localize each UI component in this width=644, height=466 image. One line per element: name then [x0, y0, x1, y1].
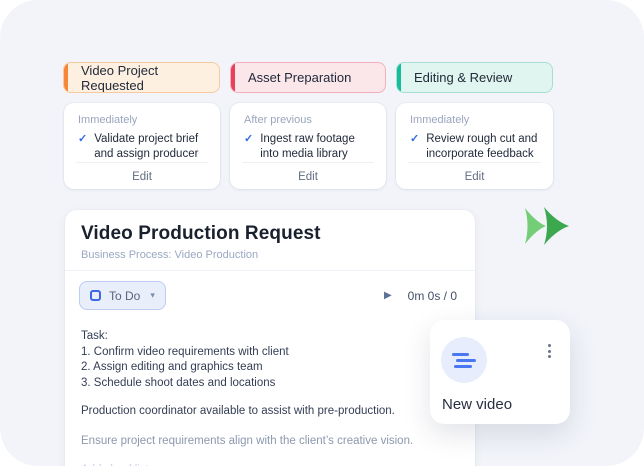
divider [76, 162, 208, 163]
task-list: Task: 1. Confirm video requirements with… [81, 329, 459, 391]
request-panel-header: Video Production Request Business Proces… [65, 210, 475, 270]
divider [242, 162, 374, 163]
stage-accent-bar [397, 63, 401, 92]
avatar [441, 337, 487, 383]
stage-card-video-project-requested: Immediately ✓ Validate project brief and… [64, 103, 220, 189]
stage-chip-asset-preparation[interactable]: Asset Preparation [230, 62, 386, 93]
check-icon: ✓ [410, 133, 420, 145]
workflow-canvas: Video Project Requested Asset Preparatio… [0, 0, 644, 466]
page-title: Video Production Request [81, 223, 321, 244]
stage-chip-video-project-requested[interactable]: Video Project Requested [63, 62, 220, 93]
status-row: To Do ▾ ▶ 0m 0s / 0 [65, 271, 475, 316]
requirements-hint: Ensure project requirements align with t… [81, 434, 414, 447]
new-video-card[interactable]: New video [430, 320, 570, 424]
stage-chip-label: Asset Preparation [248, 70, 352, 85]
stage-chip-label: Editing & Review [414, 70, 513, 85]
status-dropdown[interactable]: To Do ▾ [79, 281, 166, 310]
fast-forward-icon [525, 207, 569, 245]
stage-accent-bar [231, 63, 235, 92]
stage-task-row: ✓ Review rough cut and incorporate feedb… [396, 126, 553, 161]
check-icon: ✓ [78, 133, 88, 145]
checkbox-outline-icon [90, 290, 101, 301]
chevron-down-icon: ▾ [150, 290, 155, 300]
task-description: Task: 1. Confirm video requirements with… [65, 316, 475, 466]
timer-group: ▶ 0m 0s / 0 [384, 289, 461, 303]
coordinator-note: Production coordinator available to assi… [81, 405, 395, 417]
task-item: 2. Assign editing and graphics team [81, 361, 263, 373]
stage-task-text: Ingest raw footage into media library [260, 133, 355, 160]
timing-label: Immediately [78, 114, 138, 126]
stage-accent-bar [64, 63, 68, 92]
timing-label: After previous [244, 114, 312, 126]
edit-button[interactable]: Edit [64, 164, 220, 189]
stage-card-asset-preparation: After previous ✓ Ingest raw footage into… [230, 103, 386, 189]
timing-label: Immediately [410, 114, 470, 126]
task-item: 3. Schedule shoot dates and locations [81, 376, 276, 389]
new-video-title: New video [442, 396, 513, 413]
stage-chip-editing-review[interactable]: Editing & Review [396, 62, 553, 93]
timeline-lines-icon [452, 352, 476, 368]
check-icon: ✓ [244, 133, 254, 145]
kebab-menu-icon[interactable] [546, 342, 553, 360]
timer-value: 0m 0s / 0 [407, 288, 457, 303]
stage-card-editing-review: Immediately ✓ Review rough cut and incor… [396, 103, 553, 189]
request-panel: Video Production Request Business Proces… [65, 210, 475, 466]
stage-task-row: ✓ Validate project brief and assign prod… [64, 126, 220, 161]
status-dropdown-label: To Do [109, 288, 141, 303]
stage-task-row: ✓ Ingest raw footage into media library [230, 126, 386, 161]
edit-button[interactable]: Edit [230, 164, 386, 189]
task-item: 1. Confirm video requirements with clien… [81, 345, 289, 358]
stage-chip-label: Video Project Requested [81, 62, 159, 93]
task-heading: Task: [81, 330, 108, 342]
stage-task-text: Review rough cut and incorporate feedbac… [426, 133, 538, 160]
business-process-subtitle: Business Process: Video Production [81, 249, 259, 261]
divider [408, 162, 541, 163]
play-timer-button[interactable]: ▶ [384, 290, 392, 301]
stage-task-text: Validate project brief and assign produc… [94, 133, 199, 160]
edit-button[interactable]: Edit [396, 164, 553, 189]
